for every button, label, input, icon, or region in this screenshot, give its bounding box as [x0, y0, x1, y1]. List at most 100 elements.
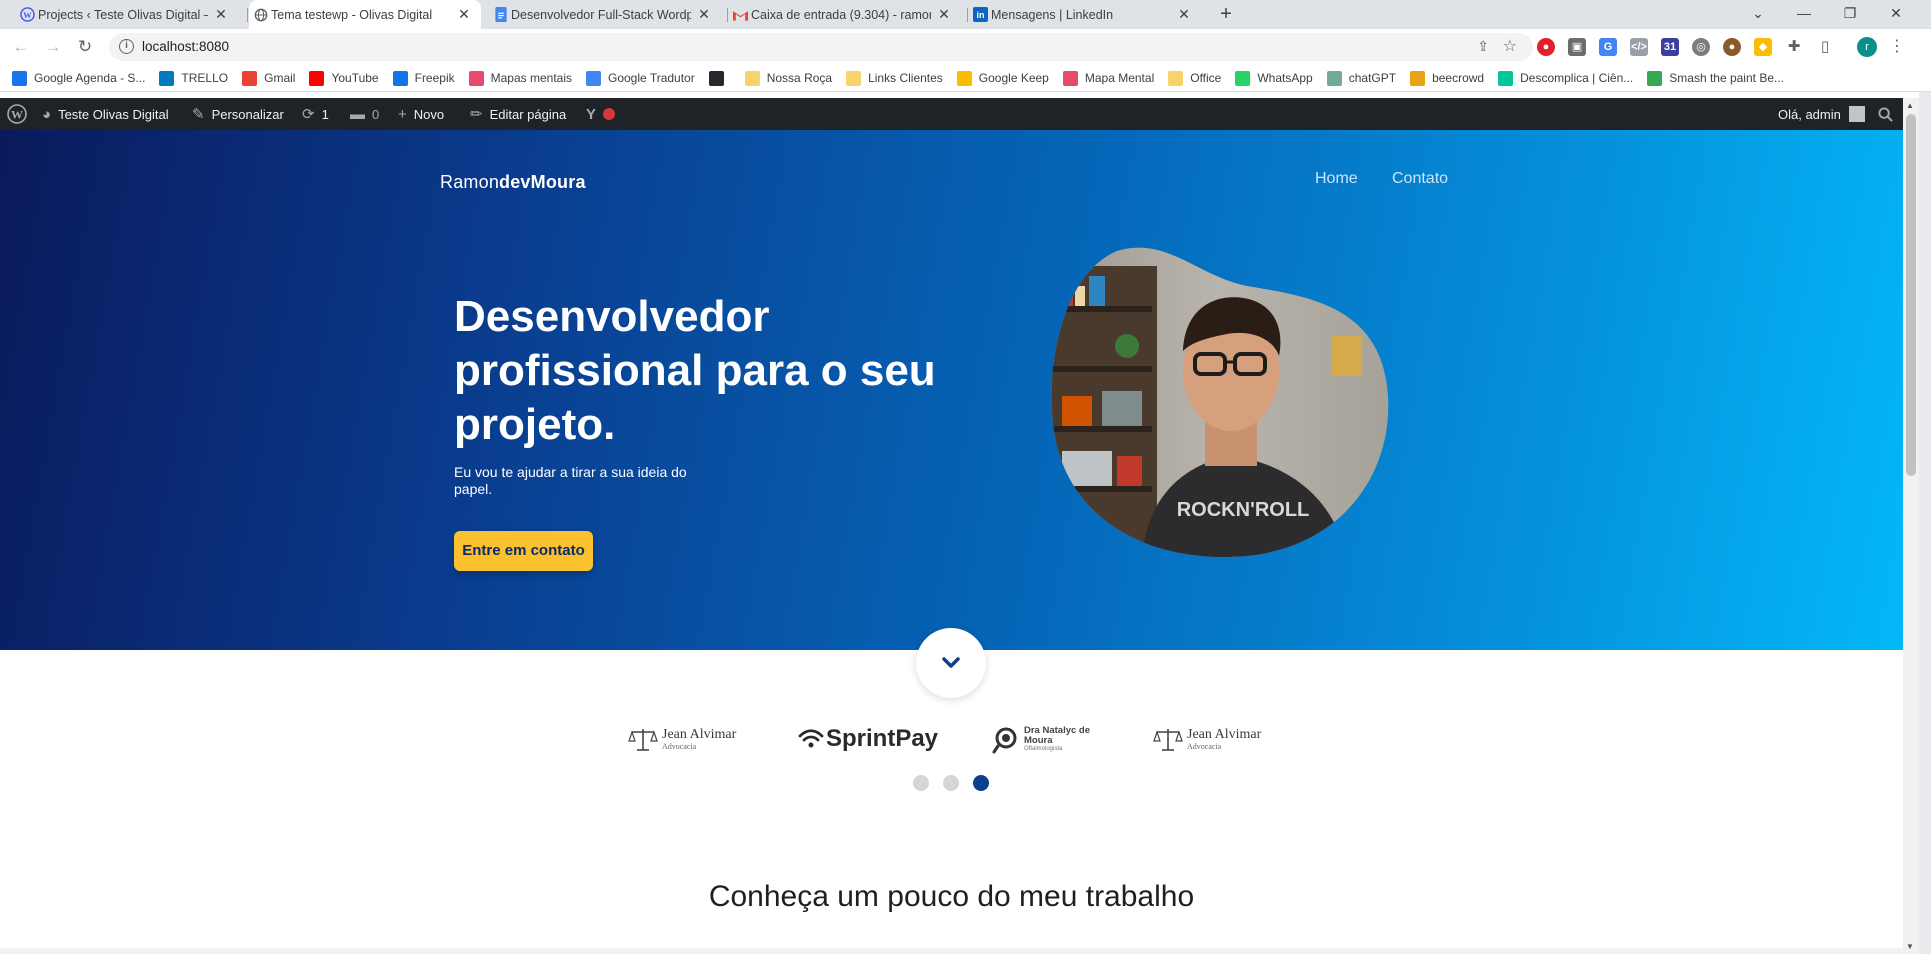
bookmark-item[interactable]: chatGPT	[1326, 70, 1397, 86]
bookmark-item[interactable]: Mapas mentais	[468, 70, 572, 86]
calendar-extension-icon[interactable]: 31	[1661, 38, 1679, 56]
admin-comments[interactable]: ▬ 0	[350, 98, 379, 130]
browser-tab-desenvolvedor[interactable]: Desenvolvedor Full-Stack Wordp ✕	[489, 0, 721, 29]
minimize-button[interactable]: —	[1786, 0, 1822, 29]
close-tab-icon[interactable]: ✕	[214, 6, 228, 23]
profile-avatar[interactable]: r	[1857, 37, 1877, 57]
browser-tab-tema-testewp[interactable]: Tema testewp - Olivas Digital ✕	[249, 0, 481, 29]
client-name: Dra Natalyc de Moura	[1024, 725, 1091, 746]
bookmark-item[interactable]: Nossa Roça	[744, 70, 832, 86]
close-tab-icon[interactable]: ✕	[457, 6, 471, 23]
forward-button[interactable]: →	[41, 35, 65, 59]
adblock-extension-icon[interactable]: ●	[1537, 38, 1555, 56]
site-logo[interactable]: RamondevMoura	[440, 172, 586, 193]
wp-admin-bar: W ◕ Teste Olivas Digital ✎ Personalizar …	[0, 98, 1903, 130]
bookmark-star-icon[interactable]: ☆	[1503, 36, 1517, 56]
site-name-label: Teste Olivas Digital	[58, 106, 169, 122]
close-tab-icon[interactable]: ✕	[697, 6, 711, 23]
browser-tab-strip: W Projects ‹ Teste Olivas Digital — W ✕ …	[0, 0, 1931, 29]
bookmark-item[interactable]: Mapa Mental	[1062, 70, 1154, 86]
tomato-extension-icon[interactable]: ◎	[1692, 38, 1710, 56]
bookmark-item[interactable]: Google Agenda - S...	[12, 70, 145, 86]
bookmark-item[interactable]: Office	[1168, 70, 1222, 86]
close-tab-icon[interactable]: ✕	[1177, 6, 1191, 23]
new-tab-button[interactable]: +	[1214, 2, 1238, 26]
client-tag: Advocacia	[662, 741, 697, 751]
tab-divider	[247, 8, 248, 22]
bookmark-label: Office	[1190, 71, 1222, 85]
tab-title: Desenvolvedor Full-Stack Wordp	[511, 7, 691, 22]
admin-edit-page[interactable]: ✏ Editar página	[470, 98, 566, 130]
bookmark-item[interactable]: Links Clientes	[846, 70, 943, 86]
linkedin-icon: in	[973, 7, 988, 22]
address-bar[interactable]: i localhost:8080 ⇪ ☆	[109, 33, 1533, 61]
bookmark-item[interactable]: Gmail	[242, 70, 296, 86]
site-info-icon[interactable]: i	[119, 39, 134, 54]
admin-site-name[interactable]: ◕ Teste Olivas Digital	[42, 98, 169, 130]
scroll-down-arrow-icon[interactable]: ▼	[1906, 942, 1914, 951]
admin-search-icon[interactable]	[1878, 98, 1893, 130]
admin-new[interactable]: + Novo	[398, 98, 444, 130]
bookmark-item[interactable]: Google Keep	[956, 70, 1049, 86]
scroll-down-button[interactable]	[916, 628, 986, 698]
dashboard-icon: ◕	[42, 105, 52, 123]
browser-tab-gmail[interactable]: Caixa de entrada (9.304) - ramon ✕	[729, 0, 961, 29]
scrollbar-thumb[interactable]	[1906, 114, 1916, 476]
wordpress-logo-icon[interactable]: W	[7, 98, 27, 130]
code-extension-icon[interactable]: </>	[1630, 38, 1648, 56]
back-button[interactable]: ←	[9, 35, 33, 59]
bookmark-item[interactable]: Smash the paint Be...	[1647, 70, 1784, 86]
translate-extension-icon[interactable]: G	[1599, 38, 1617, 56]
close-window-button[interactable]: ✕	[1878, 0, 1914, 29]
bookmark-item[interactable]: Descomplica | Ciên...	[1498, 70, 1633, 86]
bookmark-label: Gmail	[264, 71, 296, 85]
nav-contato[interactable]: Contato	[1392, 170, 1448, 188]
carousel-dot-3[interactable]	[973, 775, 989, 791]
side-panel-icon[interactable]: ▯	[1816, 38, 1834, 56]
scroll-up-arrow-icon[interactable]: ▲	[1906, 101, 1914, 110]
yoast-seo-menu[interactable]: Y	[586, 98, 616, 130]
bookmark-label: WhatsApp	[1257, 71, 1313, 85]
reload-button[interactable]: ↻	[73, 35, 97, 59]
bookmark-favicon-icon	[586, 70, 601, 86]
nav-home[interactable]: Home	[1315, 170, 1358, 188]
box-extension-icon[interactable]: ▣	[1568, 38, 1586, 56]
logo-ramon: Ramon	[440, 172, 500, 192]
carousel-dot-2[interactable]	[943, 775, 959, 791]
admin-customize[interactable]: ✎ Personalizar	[192, 98, 284, 130]
google-docs-icon	[493, 7, 508, 22]
browser-tab-projects[interactable]: W Projects ‹ Teste Olivas Digital — W ✕	[16, 0, 238, 29]
carousel-dot-1[interactable]	[913, 775, 929, 791]
section-title: Conheça um pouco do meu trabalho	[708, 880, 1195, 913]
puzzle-extensions-icon[interactable]: ✚	[1785, 38, 1803, 56]
wordpress-icon: W	[20, 7, 35, 22]
bookmark-item[interactable]	[708, 70, 731, 86]
bookmark-label: chatGPT	[1348, 71, 1397, 85]
share-icon[interactable]: ⇪	[1477, 38, 1489, 55]
bookmark-favicon-icon	[708, 70, 724, 86]
close-tab-icon[interactable]: ✕	[937, 6, 951, 23]
bookmark-item[interactable]: WhatsApp	[1235, 70, 1313, 86]
bookmark-favicon-icon	[956, 70, 972, 86]
bookmark-item[interactable]: YouTube	[309, 70, 379, 86]
admin-updates[interactable]: ⟳ 1	[302, 98, 329, 130]
wifi-icon	[798, 729, 824, 748]
bookmark-item[interactable]: beecrowd	[1410, 70, 1484, 86]
bookmark-item[interactable]: Freepik	[392, 70, 455, 86]
bookmark-label: Freepik	[414, 71, 455, 85]
keep-extension-icon[interactable]: ◆	[1754, 38, 1772, 56]
bookmark-item[interactable]: TRELLO	[159, 70, 228, 86]
scales-icon	[1153, 729, 1183, 751]
bookmark-favicon-icon	[1326, 70, 1342, 86]
restore-button[interactable]: ❐	[1832, 0, 1868, 29]
tab-search-icon[interactable]: ⌄	[1740, 0, 1776, 29]
bookmark-favicon-icon	[468, 70, 484, 86]
browser-tab-linkedin[interactable]: in Mensagens | LinkedIn ✕	[969, 0, 1201, 29]
cookie-extension-icon[interactable]: ●	[1723, 38, 1741, 56]
browser-menu-icon[interactable]: ⋮	[1889, 36, 1905, 56]
gmail-icon	[733, 7, 748, 22]
admin-account[interactable]: Olá, admin	[1778, 98, 1865, 130]
globe-icon	[253, 7, 268, 22]
contact-cta-button[interactable]: Entre em contato	[454, 531, 593, 571]
bookmark-item[interactable]: Google Tradutor	[586, 70, 695, 86]
